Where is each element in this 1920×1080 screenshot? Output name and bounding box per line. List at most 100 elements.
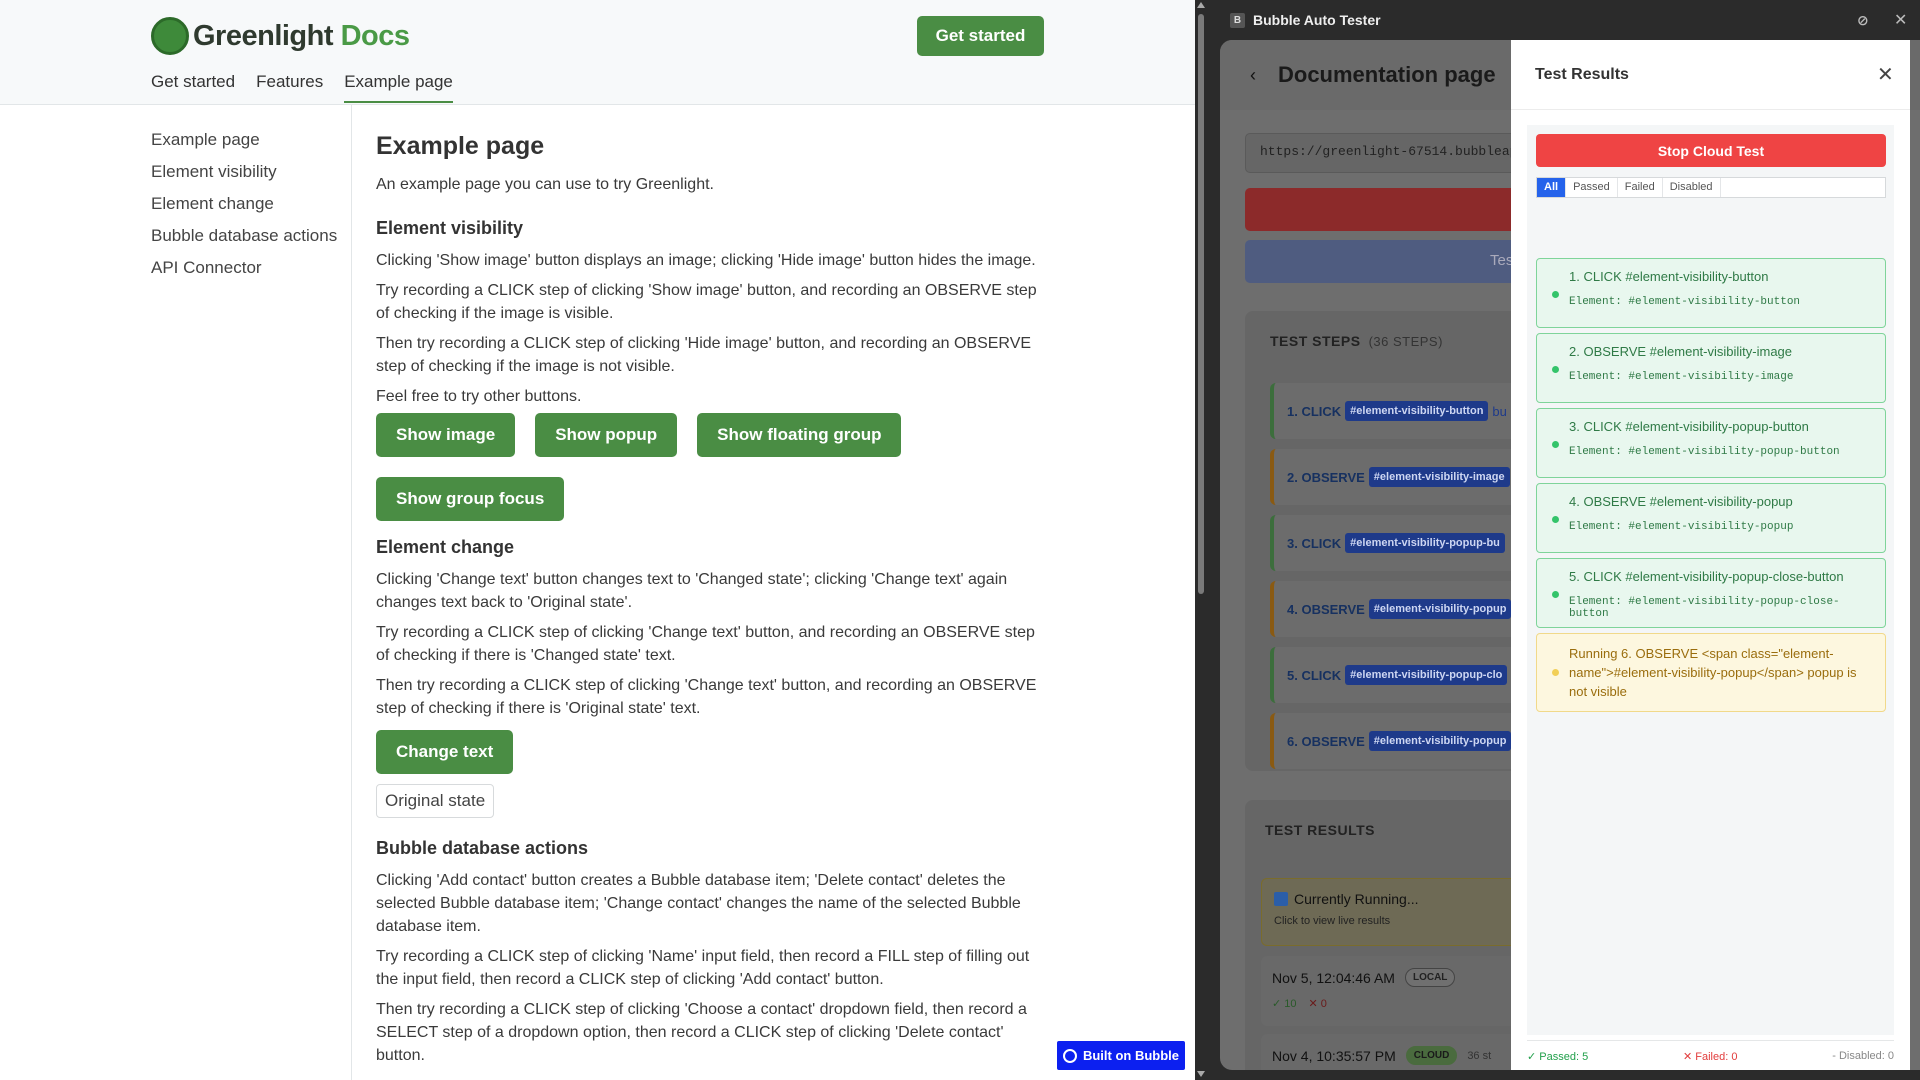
sidenav-element-change[interactable]: Element change [151,192,351,216]
built-on-bubble-badge[interactable]: Built on Bubble [1057,1041,1185,1070]
change-text-2: Try recording a CLICK step of clicking '… [376,624,1035,664]
run-type-badge: CLOUD [1405,1046,1458,1065]
run-passed-count: ✓ 10 [1272,998,1297,1010]
record-button[interactable] [1245,188,1525,231]
step-label: 4. OBSERVE [1287,601,1365,617]
test-steps-heading: TEST STEPS (36 STEPS) [1270,333,1443,349]
run-history-item[interactable]: Nov 5, 12:04:46 AM LOCAL ✓ 10 ✕ 0 [1261,956,1525,1026]
back-chevron-icon[interactable]: ‹ [1250,65,1256,86]
test-results-heading: TEST RESULTS [1265,822,1375,838]
scroll-up-arrow-icon[interactable] [1197,2,1205,8]
state-text: Original state [376,784,495,818]
main-content: Example page An example page you can use… [376,132,1041,1074]
footer-divider [1527,1040,1894,1041]
scroll-thumb[interactable] [1198,14,1204,594]
result-label: 1. CLICK #element-visibility-button [1569,269,1769,284]
bubble-logo-icon [1062,1048,1077,1063]
extension-app-icon: B [1230,12,1245,28]
top-nav: Get started Features Example page [151,72,453,103]
test-step[interactable]: 1. CLICK #element-visibility-button bu [1270,383,1530,439]
get-started-button[interactable]: Get started [917,16,1044,56]
window-close-icon[interactable]: ✕ [1894,10,1907,30]
step-label: 2. OBSERVE [1287,469,1365,485]
step-label: 6. OBSERVE [1287,733,1365,749]
database-heading: Bubble database actions [376,838,589,858]
test-button[interactable]: Tes [1245,240,1525,283]
page-scrollbar[interactable] [1195,0,1207,1080]
test-results-drawer: Test Results ✕ Stop Cloud Test All Passe… [1511,40,1910,1070]
brand-name: Greenlight Docs [193,20,410,53]
result-label: 3. CLICK #element-visibility-popup-butto… [1569,419,1809,434]
docs-header: Greenlight Docs Get started Get started … [0,0,1195,105]
page-title: Example page [376,132,545,160]
show-image-button[interactable]: Show image [376,413,516,457]
run-date: Nov 4, 10:35:57 PM [1272,1047,1396,1064]
filter-all[interactable]: All [1537,178,1567,197]
step-label: 3. CLICK [1287,535,1342,551]
close-icon[interactable]: ✕ [1877,62,1894,87]
show-floating-group-button[interactable]: Show floating group [697,413,902,457]
test-step[interactable]: 6. OBSERVE #element-visibility-popup [1270,713,1530,769]
step-rest: bu [1492,403,1507,419]
pass-status-icon [1552,591,1559,598]
panel-title: Documentation page [1278,62,1496,87]
topnav-features[interactable]: Features [256,72,323,103]
result-item[interactable]: 3. CLICK #element-visibility-popup-butto… [1536,408,1886,478]
running-status-icon [1552,669,1559,676]
result-item[interactable]: 4. OBSERVE #element-visibility-popup Ele… [1536,483,1886,553]
topnav-example-page[interactable]: Example page [344,72,453,103]
result-item-running[interactable]: Running 6. OBSERVE <span class="element-… [1536,633,1886,712]
test-step[interactable]: 3. CLICK #element-visibility-popup-bu [1270,515,1530,571]
step-element-tag: #element-visibility-image [1368,467,1510,487]
step-element-tag: #element-visibility-popup-bu [1345,533,1505,553]
show-group-focus-button[interactable]: Show group focus [376,477,565,521]
visibility-text-4: Feel free to try other buttons. [376,388,582,405]
pass-status-icon [1552,291,1559,298]
run-date: Nov 5, 12:04:46 AM [1272,969,1395,986]
sidenav-element-visibility[interactable]: Element visibility [151,160,351,184]
visibility-text-3: Then try recording a CLICK step of click… [376,335,1032,375]
result-element: Element: #element-visibility-popup-close… [1569,596,1840,620]
running-icon [1274,892,1288,906]
change-text-button[interactable]: Change text [376,730,514,774]
stop-cloud-test-button[interactable]: Stop Cloud Test [1536,134,1886,167]
brand-logo-link[interactable]: Greenlight Docs [151,17,410,55]
result-item[interactable]: 1. CLICK #element-visibility-button Elem… [1536,258,1886,328]
currently-running-card[interactable]: Currently Running... Click to view live … [1261,878,1525,946]
filter-disabled[interactable]: Disabled [1663,178,1721,197]
running-title: Currently Running... [1294,891,1419,907]
database-text-3: Then try recording a CLICK step of click… [376,1001,1027,1064]
sidenav-api-connector[interactable]: API Connector [151,256,351,280]
change-heading: Element change [376,537,515,557]
greenlight-logo-icon [151,17,189,55]
show-popup-button[interactable]: Show popup [535,413,678,457]
intro-text: An example page you can use to try Green… [376,176,714,193]
topnav-get-started[interactable]: Get started [151,72,235,103]
filter-passed[interactable]: Passed [1566,178,1618,197]
result-item[interactable]: 2. OBSERVE #element-visibility-image Ele… [1536,333,1886,403]
failed-summary: ✕ Failed: 0 [1682,1051,1738,1063]
result-label: 5. CLICK #element-visibility-popup-close… [1569,569,1844,584]
url-input[interactable]: https://greenlight-67514.bubbleapps.io [1245,133,1525,173]
unpin-icon[interactable]: ⊘ [1857,12,1869,29]
run-failed-count: ✕ 0 [1308,998,1327,1010]
database-text-1: Clicking 'Add contact' button creates a … [376,872,1021,935]
test-step[interactable]: 4. OBSERVE #element-visibility-popup [1270,581,1530,637]
sidenav-bubble-database-actions[interactable]: Bubble database actions [151,224,351,248]
run-history-item[interactable]: Nov 4, 10:35:57 PM CLOUD 36 st [1261,1034,1525,1070]
result-element: Element: #element-visibility-button [1569,296,1801,308]
filter-failed[interactable]: Failed [1618,178,1663,197]
test-step[interactable]: 2. OBSERVE #element-visibility-image [1270,449,1530,505]
test-step[interactable]: 5. CLICK #element-visibility-popup-clo [1270,647,1530,703]
drawer-content: Stop Cloud Test All Passed Failed Disabl… [1527,125,1894,1035]
pass-status-icon [1552,366,1559,373]
scroll-down-arrow-icon[interactable] [1197,1071,1205,1077]
result-item[interactable]: 5. CLICK #element-visibility-popup-close… [1536,558,1886,628]
step-element-tag: #element-visibility-button [1345,401,1489,421]
brand-accent-text: Docs [340,19,410,52]
sidenav-example-page[interactable]: Example page [151,128,351,152]
result-element: Element: #element-visibility-image [1569,371,1794,383]
step-label: 1. CLICK [1287,403,1342,419]
visibility-heading: Element visibility [376,218,524,238]
change-text-1: Clicking 'Change text' button changes te… [376,571,1008,611]
